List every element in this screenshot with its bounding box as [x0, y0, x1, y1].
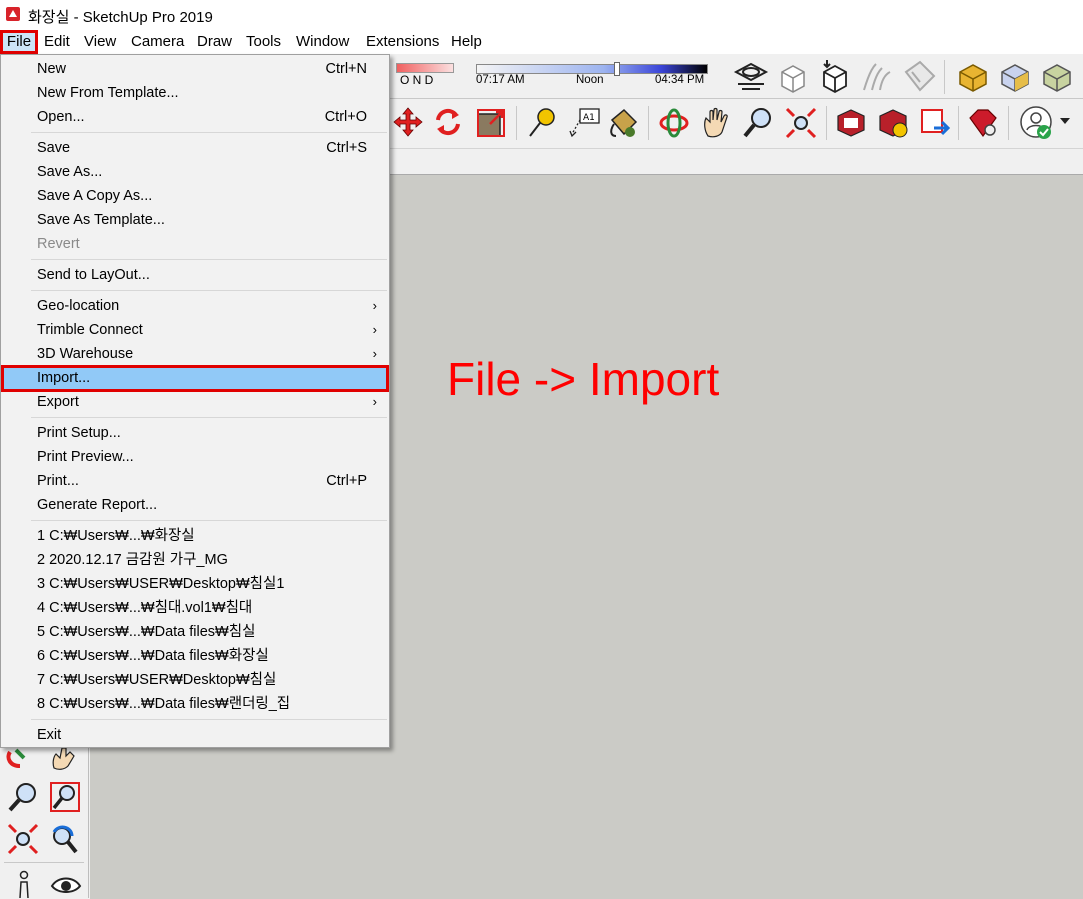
menu-item-import[interactable]: Import...: [1, 365, 389, 392]
menu-item-print[interactable]: Print... Ctrl+P: [1, 469, 389, 493]
section-plane-icon[interactable]: [732, 60, 770, 94]
previous-view-icon[interactable]: [48, 822, 82, 856]
menu-item-recent-file[interactable]: 6 C:₩Users₩...₩Data files₩화장실: [1, 644, 389, 668]
menu-item-print-preview[interactable]: Print Preview...: [1, 445, 389, 469]
menu-item-revert: Revert: [37, 236, 80, 252]
menu-item-recent-file[interactable]: 8 C:₩Users₩...₩Data files₩랜더링_집: [1, 692, 389, 716]
3d-warehouse-icon[interactable]: [834, 106, 868, 140]
shadow-months-label: O N D: [400, 73, 434, 87]
menu-file[interactable]: File: [0, 30, 38, 54]
menu-extensions[interactable]: Extensions: [366, 33, 439, 50]
title-bar: 화장실 - SketchUp Pro 2019: [0, 0, 1083, 30]
menu-item-export[interactable]: Export ›: [1, 390, 389, 414]
shadow-time-bar[interactable]: [476, 64, 708, 74]
account-icon[interactable]: [1018, 104, 1078, 142]
menu-item-recent-file[interactable]: 4 C:₩Users₩...₩침대.vol1₩침대: [1, 596, 389, 620]
shadow-noon-label: Noon: [576, 74, 604, 86]
file-menu-dropdown: New Ctrl+N New From Template... Open... …: [0, 54, 390, 748]
zoom-extents-left-icon[interactable]: [6, 822, 40, 856]
menu-item-recent-file[interactable]: 5 C:₩Users₩...₩Data files₩침실: [1, 620, 389, 644]
move-tool-icon[interactable]: [392, 106, 424, 138]
menu-help[interactable]: Help: [451, 33, 482, 50]
zoom-left-icon[interactable]: [6, 780, 40, 814]
menu-window[interactable]: Window: [296, 33, 349, 50]
paint-bucket-icon[interactable]: [606, 106, 640, 140]
get-models-icon[interactable]: [818, 58, 852, 94]
zoom-window-icon[interactable]: [48, 780, 82, 814]
menu-tools[interactable]: Tools: [246, 33, 281, 50]
menu-item-geo-location[interactable]: Geo-location ›: [1, 294, 389, 318]
menu-item-generate-report[interactable]: Generate Report...: [1, 493, 389, 517]
menu-item-open[interactable]: Open... Ctrl+O: [1, 105, 389, 129]
tape-measure-icon[interactable]: [526, 106, 558, 140]
shadow-time-thumb[interactable]: [614, 62, 620, 76]
submenu-arrow-icon: ›: [372, 298, 377, 313]
menu-item-recent-file[interactable]: 3 C:₩Users₩USER₩Desktop₩침실1: [1, 572, 389, 596]
menu-view[interactable]: View: [84, 33, 116, 50]
menu-item-recent-file[interactable]: 1 C:₩Users₩...₩화장실: [1, 524, 389, 548]
menu-item-save[interactable]: Save Ctrl+S: [1, 136, 389, 160]
menu-item-new-from-template[interactable]: New From Template...: [1, 81, 389, 105]
look-around-eye-icon[interactable]: [50, 874, 82, 898]
menu-bar: File Edit View Camera Draw Tools Window …: [0, 30, 1083, 54]
sketchup-logo-icon: [6, 7, 20, 21]
submenu-arrow-icon: ›: [372, 394, 377, 409]
annotation-text: File -> Import: [447, 353, 720, 405]
shadow-end-time: 04:34 PM: [655, 74, 705, 86]
orbit-left-icon[interactable]: [4, 748, 38, 774]
layout-icon[interactable]: [900, 58, 938, 94]
solid-trim-icon[interactable]: [1040, 60, 1074, 94]
menu-item-print-setup[interactable]: Print Setup...: [1, 421, 389, 445]
position-camera-icon[interactable]: [12, 870, 36, 898]
zoom-extents-icon[interactable]: [784, 106, 818, 140]
solid-intersect-icon[interactable]: [998, 60, 1032, 94]
text-tool-icon[interactable]: A1: [568, 106, 602, 140]
menu-draw[interactable]: Draw: [197, 33, 232, 50]
add-location-icon[interactable]: [776, 60, 810, 94]
menu-item-3d-warehouse[interactable]: 3D Warehouse ›: [1, 342, 389, 366]
menu-edit[interactable]: Edit: [44, 33, 70, 50]
menu-item-recent-file[interactable]: 7 C:₩Users₩USER₩Desktop₩침실: [1, 668, 389, 692]
orbit-tool-icon[interactable]: [658, 106, 690, 140]
menu-item-save-as-template[interactable]: Save As Template...: [1, 208, 389, 232]
zoom-tool-icon[interactable]: [742, 106, 774, 140]
menu-camera[interactable]: Camera: [131, 33, 184, 50]
menu-item-recent-file[interactable]: 2 2020.12.17 금감원 가구_MG: [1, 548, 389, 572]
share-model-icon[interactable]: [876, 106, 910, 140]
shadow-start-time: 07:17 AM: [476, 74, 525, 86]
rotate-tool-icon[interactable]: [432, 106, 464, 138]
pan-hand-icon[interactable]: [700, 106, 732, 140]
svg-text:A1: A1: [583, 113, 595, 123]
menu-item-save-as[interactable]: Save As...: [1, 160, 389, 184]
menu-item-send-to-layout[interactable]: Send to LayOut...: [1, 263, 389, 287]
menu-item-new[interactable]: New Ctrl+N: [1, 57, 389, 81]
menu-item-exit[interactable]: Exit: [1, 723, 389, 747]
solid-union-icon[interactable]: [956, 60, 990, 94]
submenu-arrow-icon: ›: [372, 346, 377, 361]
menu-item-trimble-connect[interactable]: Trimble Connect ›: [1, 318, 389, 342]
shadow-month-slider[interactable]: [396, 63, 454, 73]
send-to-layout-icon[interactable]: [918, 106, 952, 140]
ruby-console-icon[interactable]: [966, 106, 1000, 140]
scale-tool-icon[interactable]: [474, 106, 508, 140]
window-title: 화장실 - SketchUp Pro 2019: [28, 9, 213, 26]
submenu-arrow-icon: ›: [372, 322, 377, 337]
pan-left-icon[interactable]: [48, 746, 80, 772]
extension-warehouse-icon[interactable]: [860, 60, 894, 94]
menu-item-save-copy-as[interactable]: Save A Copy As...: [1, 184, 389, 208]
